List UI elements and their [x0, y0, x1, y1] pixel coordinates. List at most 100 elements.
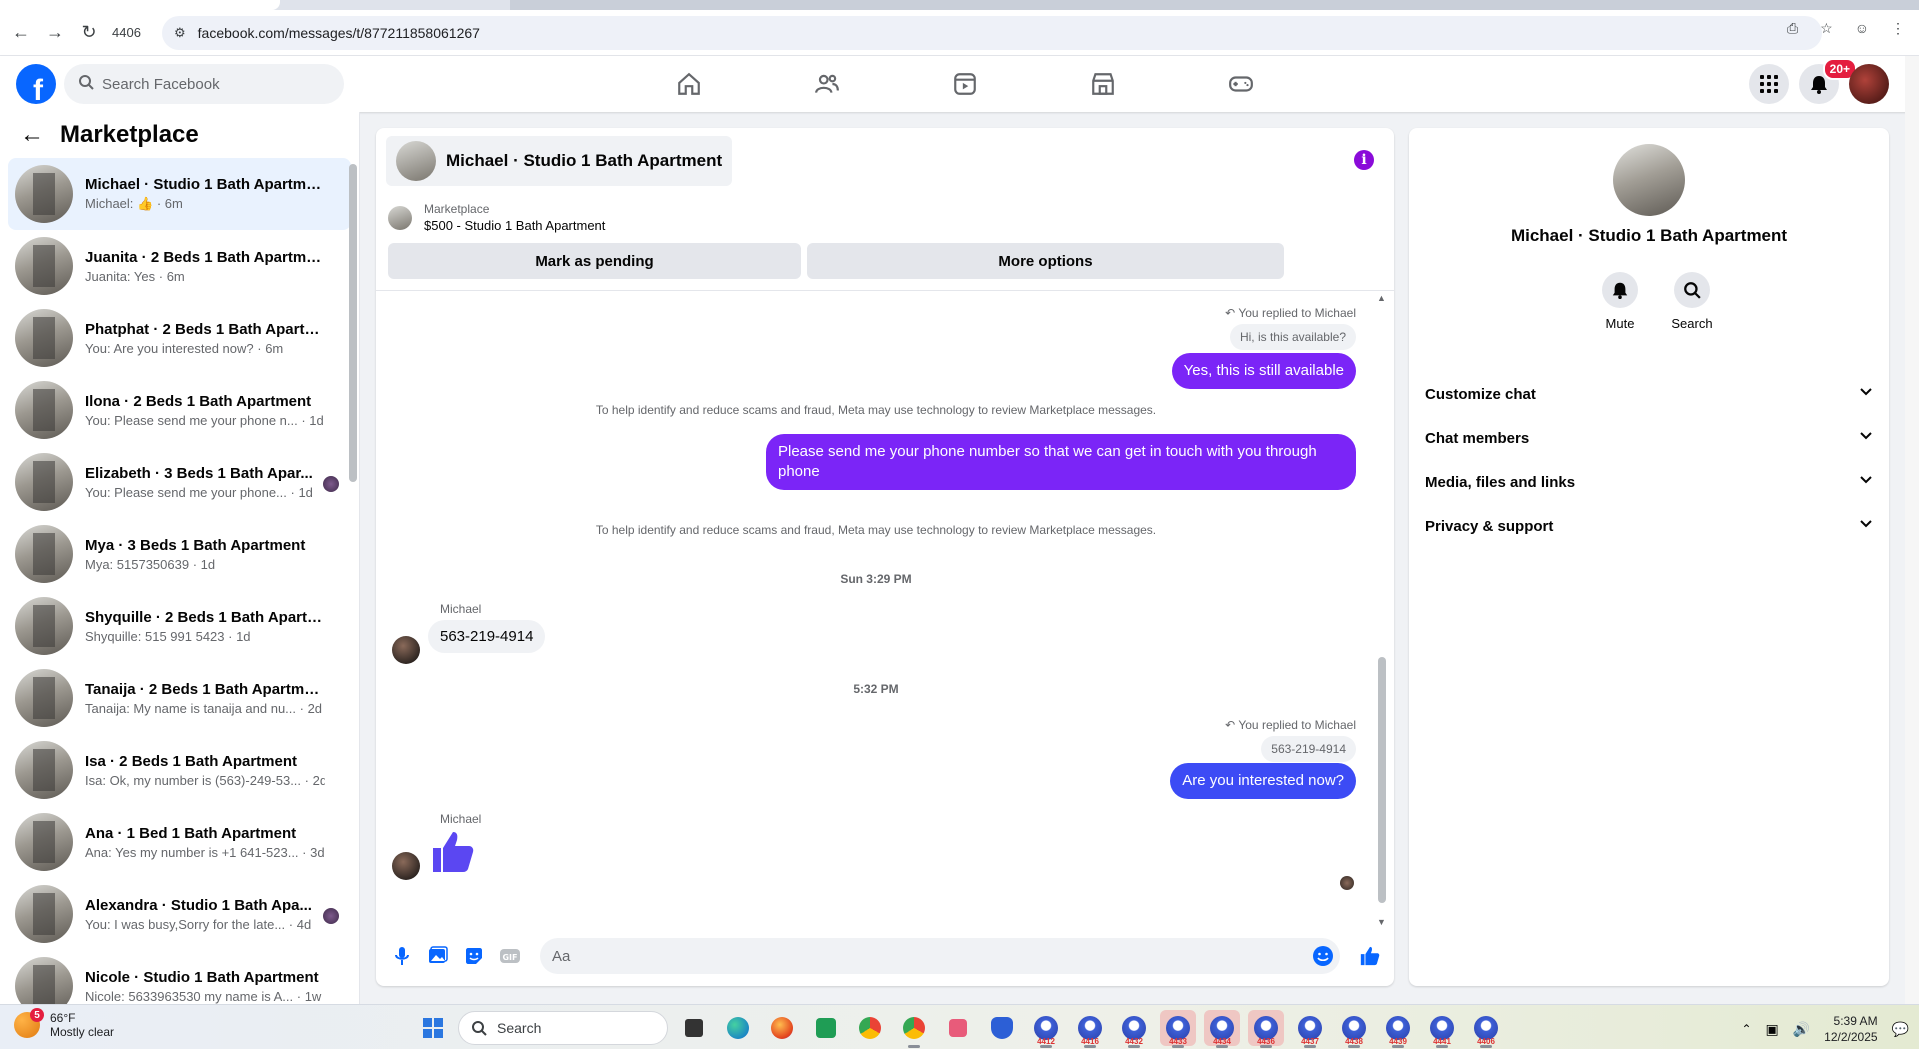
numbered-app-icon[interactable]: 4441 — [1424, 1010, 1460, 1048]
chrome-icon[interactable] — [896, 1010, 932, 1048]
account-avatar[interactable] — [1849, 64, 1889, 104]
other-browser-tabs[interactable] — [510, 0, 1919, 10]
conversation-item[interactable]: Phatphat · 2 Beds 1 Bath Apartm... You: A… — [8, 302, 351, 374]
volume-icon[interactable]: 🔊 — [1793, 1021, 1810, 1038]
listing-photo[interactable] — [1613, 144, 1685, 216]
file-explorer-icon[interactable] — [676, 1010, 712, 1046]
details-section-row[interactable]: Chat members — [1425, 416, 1873, 460]
numbered-app-icon[interactable]: 4437 — [1292, 1010, 1328, 1048]
michael-avatar[interactable] — [392, 852, 420, 880]
bookmark-star-icon[interactable]: ☆ — [1820, 20, 1833, 37]
gaming-nav-icon[interactable] — [1172, 56, 1310, 112]
quoted-message[interactable]: Hi, is this available? — [1229, 324, 1356, 350]
weather-widget[interactable]: 5 66°F Mostly clear — [14, 1008, 114, 1039]
chat-scrollbar-thumb[interactable] — [1378, 657, 1386, 903]
numbered-app-icon[interactable]: 4436 — [1248, 1010, 1284, 1048]
emoji-icon[interactable] — [1312, 945, 1334, 971]
back-arrow-icon[interactable]: ← — [4, 16, 38, 50]
details-section-row[interactable]: Privacy & support — [1425, 504, 1873, 548]
mute-button[interactable]: Mute — [1590, 272, 1650, 331]
edge-icon[interactable] — [720, 1010, 756, 1046]
chevron-up-icon[interactable]: ⌃ — [1741, 1022, 1751, 1036]
menu-grid-icon[interactable] — [1749, 64, 1789, 104]
clock[interactable]: 5:39 AM 12/2/2025 — [1824, 1013, 1877, 1045]
mark-as-pending-button[interactable]: Mark as pending — [388, 243, 801, 279]
outgoing-message[interactable]: Please send me your phone number so that… — [766, 434, 1356, 490]
sidebar-header: ← Marketplace — [0, 112, 359, 158]
firefox-icon[interactable] — [764, 1010, 800, 1046]
conversation-item[interactable]: Ana · 1 Bed 1 Bath Apartment Ana: Yes my … — [8, 806, 351, 878]
more-options-button[interactable]: More options — [807, 243, 1284, 279]
outgoing-message[interactable]: Are you interested now? — [1170, 763, 1356, 799]
chevron-down-icon — [1859, 385, 1873, 403]
numbered-app-icon[interactable]: 4438 — [1336, 1010, 1372, 1048]
info-icon[interactable]: i — [1354, 150, 1374, 170]
conversation-item[interactable]: Ilona · 2 Beds 1 Bath Apartment You: Plea… — [8, 374, 351, 446]
conversation-item[interactable]: Shyquille · 2 Beds 1 Bath Apartm... Shyqu… — [8, 590, 351, 662]
tab-count-indicator[interactable]: 4406 — [112, 25, 141, 40]
numbered-app-icon[interactable]: 4439 — [1380, 1010, 1416, 1048]
page-scrollbar[interactable] — [1905, 56, 1919, 1004]
details-section-row[interactable]: Customize chat — [1425, 372, 1873, 416]
conversation-item[interactable]: Isa · 2 Beds 1 Bath Apartment Isa: Ok, my… — [8, 734, 351, 806]
facebook-logo-icon[interactable]: f — [16, 64, 56, 104]
incoming-message[interactable]: 563-219-4914 — [428, 620, 546, 653]
reload-icon[interactable]: ↻ — [72, 16, 106, 50]
facebook-search-input[interactable]: Search Facebook — [64, 64, 344, 104]
profile-icon[interactable]: ☺ — [1855, 20, 1869, 37]
install-app-icon[interactable]: ⎙ — [1787, 20, 1798, 37]
michael-avatar[interactable] — [392, 636, 420, 664]
conversation-item[interactable]: Elizabeth · 3 Beds 1 Bath Apar... You: Pl… — [8, 446, 351, 518]
windows-start-icon[interactable] — [416, 1011, 450, 1045]
chat-header[interactable]: Michael · Studio 1 Bath Apartment — [386, 136, 733, 186]
numbered-app-icon[interactable]: 4416 — [1072, 1010, 1108, 1048]
url-text[interactable]: facebook.com/messages/t/877211858061267 — [198, 25, 480, 41]
network-icon[interactable]: ▣ — [1766, 1021, 1779, 1038]
numbered-app-icon[interactable]: 4406 — [1468, 1010, 1504, 1048]
home-nav-icon[interactable] — [620, 56, 758, 112]
thumbs-up-icon[interactable] — [428, 828, 478, 879]
chrome-profile-icon[interactable] — [852, 1010, 888, 1046]
scroll-up-arrow-icon[interactable]: ▲ — [1377, 293, 1386, 303]
active-browser-tab[interactable] — [0, 0, 280, 10]
numbered-app-icon[interactable]: 4433 — [1160, 1010, 1196, 1048]
numbered-app-icon[interactable]: 4432 — [1116, 1010, 1152, 1048]
snipping-tool-icon[interactable] — [940, 1010, 976, 1046]
quoted-message[interactable]: 563-219-4914 — [1261, 736, 1356, 762]
conversation-item[interactable]: Mya · 3 Beds 1 Bath Apartment Mya: 515735… — [8, 518, 351, 590]
taskbar-search[interactable]: Search — [458, 1011, 668, 1045]
search-in-conversation-button[interactable]: Search — [1662, 272, 1722, 331]
running-indicator — [1084, 1045, 1096, 1048]
conversation-item[interactable]: Nicole · Studio 1 Bath Apartment Nicole: … — [8, 950, 351, 1004]
chat-scrollbar[interactable]: ▲ ▼ — [1377, 293, 1386, 927]
photo-icon[interactable] — [420, 938, 456, 974]
spreadsheet-icon[interactable] — [808, 1010, 844, 1046]
gif-icon[interactable]: GIF — [492, 938, 528, 974]
site-info-icon[interactable]: ⚙ — [174, 25, 186, 41]
back-arrow-icon[interactable]: ← — [20, 121, 44, 149]
scroll-down-arrow-icon[interactable]: ▼ — [1377, 917, 1386, 927]
microphone-icon[interactable] — [384, 938, 420, 974]
chrome-menu-icon[interactable]: ⋮ — [1891, 20, 1905, 37]
address-bar[interactable]: ⚙ facebook.com/messages/t/87721185806126… — [162, 16, 1822, 50]
send-like-icon[interactable] — [1352, 938, 1388, 974]
numbered-app-icon[interactable]: 4412 — [1028, 1010, 1064, 1048]
conversation-item[interactable]: Tanaija · 2 Beds 1 Bath Apartment Tanaija… — [8, 662, 351, 734]
sidebar-scrollbar[interactable] — [349, 164, 357, 482]
video-nav-icon[interactable] — [896, 56, 1034, 112]
details-section-row[interactable]: Media, files and links — [1425, 460, 1873, 504]
conversation-item[interactable]: Michael · Studio 1 Bath Apartment Michael… — [8, 158, 351, 230]
notifications-bell-icon[interactable]: 20+ — [1799, 58, 1857, 104]
numbered-app-icon[interactable]: 4434 — [1204, 1010, 1240, 1048]
marketplace-nav-icon[interactable] — [1034, 56, 1172, 112]
notification-center-icon[interactable]: 💬 — [1892, 1021, 1909, 1038]
shield-app-icon[interactable] — [984, 1010, 1020, 1046]
sticker-icon[interactable] — [456, 938, 492, 974]
message-input[interactable]: Aa — [540, 938, 1340, 974]
conversation-item[interactable]: Juanita · 2 Beds 1 Bath Apartment Juanita… — [8, 230, 351, 302]
friends-nav-icon[interactable] — [758, 56, 896, 112]
forward-arrow-icon[interactable]: → — [38, 16, 72, 50]
outgoing-message[interactable]: Yes, this is still available — [1171, 353, 1356, 389]
listing-info[interactable]: Marketplace $500 - Studio 1 Bath Apartme… — [388, 202, 605, 233]
conversation-item[interactable]: Alexandra · Studio 1 Bath Apa... You: I w… — [8, 878, 351, 950]
